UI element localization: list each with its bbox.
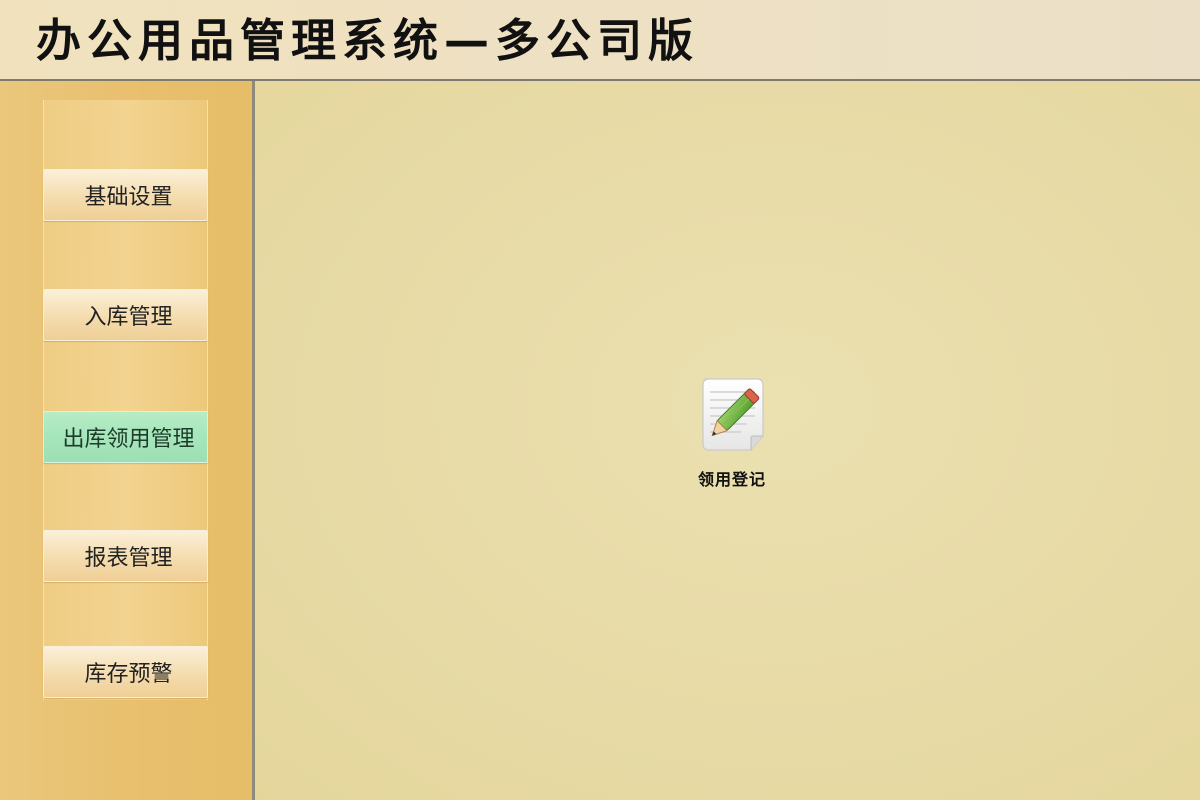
sidebar-item-label: 报表管理 (84, 546, 173, 571)
sidebar-item-label: 出库领用管理 (62, 427, 195, 452)
app-title: 办公用品管理系统—多公司版 (36, 14, 700, 67)
sidebar-item-label: 库存预警 (84, 662, 173, 687)
notepad-pencil-icon (702, 378, 764, 451)
sidebar-item-label: 入库管理 (84, 305, 173, 330)
sidebar-item-stock-in[interactable]: 入库管理 (43, 289, 208, 341)
app-window: 办公用品管理系统—多公司版 基础设置 入库管理 出库领用管理 报表管理 库存预警 (0, 0, 1200, 800)
sidebar-item-label: 基础设置 (84, 185, 173, 210)
sidebar-item-stock-alert[interactable]: 库存预警 (43, 646, 208, 698)
sidebar-item-reports[interactable]: 报表管理 (43, 530, 208, 582)
header-bar: 办公用品管理系统—多公司版 (0, 0, 1200, 81)
shortcut-requisition-register[interactable]: 领用登记 (690, 376, 774, 492)
sidebar-item-stock-out[interactable]: 出库领用管理 (43, 411, 208, 463)
sidebar-item-basic-settings[interactable]: 基础设置 (43, 169, 208, 221)
shortcut-label: 领用登记 (697, 470, 766, 489)
